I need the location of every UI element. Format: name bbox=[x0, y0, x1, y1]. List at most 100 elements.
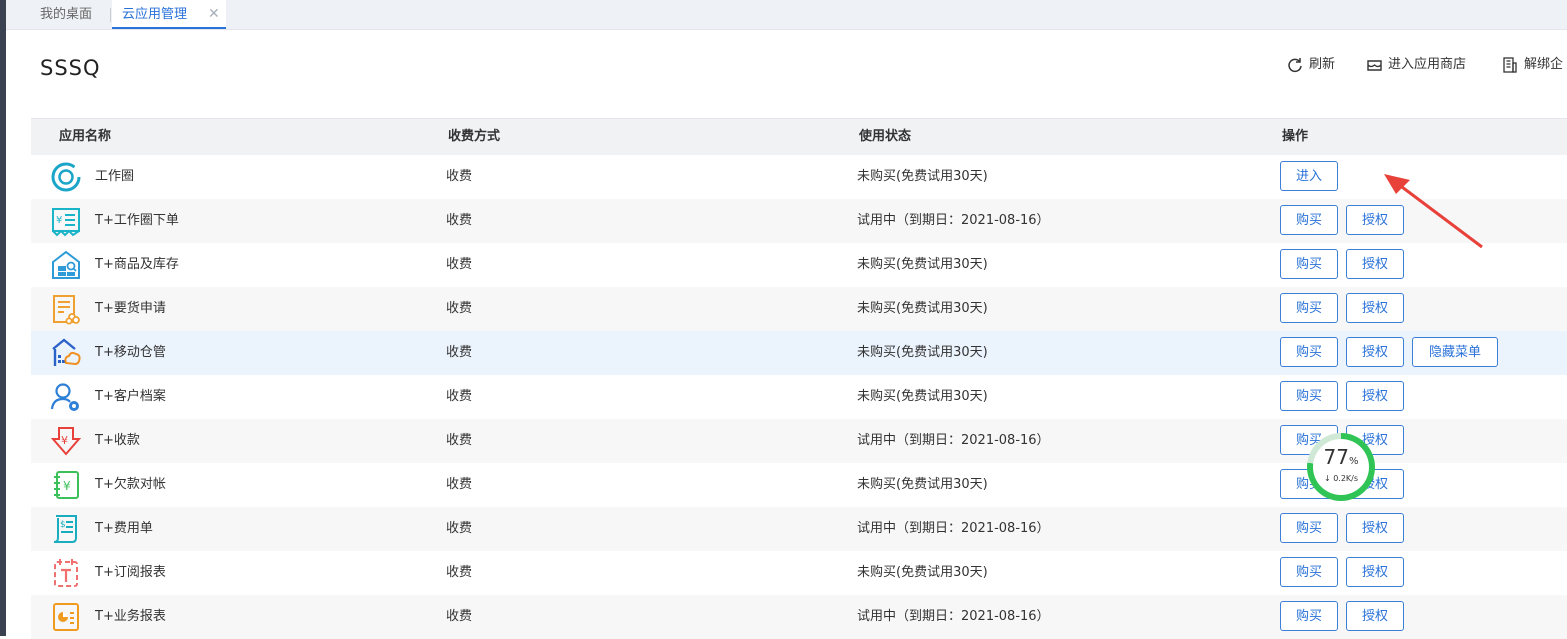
app-name: T+要货申请 bbox=[95, 301, 166, 316]
app-table: 应用名称 收费方式 使用状态 操作 工作圈 收费 未购买(免费试用30天) 进入… bbox=[31, 118, 1567, 639]
subscribe-report-icon bbox=[54, 559, 78, 587]
app-name: T+移动仓管 bbox=[95, 345, 166, 360]
authorize-button[interactable]: 授权 bbox=[1346, 337, 1404, 367]
speed-percent-value: 77 bbox=[1323, 445, 1349, 469]
speed-percent-sign: % bbox=[1348, 456, 1359, 467]
fee-type: 收费 bbox=[446, 301, 473, 316]
inventory-icon bbox=[52, 250, 80, 279]
fee-type: 收费 bbox=[446, 609, 473, 624]
authorize-button[interactable]: 授权 bbox=[1346, 601, 1404, 631]
table-row: T+业务报表 收费 试用中（到期日：2021-08-16） 购买 授权 bbox=[31, 595, 1567, 639]
usage-status: 未购买(免费试用30天) bbox=[857, 257, 988, 272]
request-icon bbox=[53, 295, 80, 325]
enter-app-store-button[interactable]: 进入应用商店 bbox=[1366, 56, 1486, 76]
store-label: 进入应用商店 bbox=[1388, 57, 1467, 72]
app-name: T+商品及库存 bbox=[95, 257, 179, 272]
building-icon bbox=[1503, 57, 1517, 73]
table-row: ¥ T+工作圈下单 收费 试用中（到期日：2021-08-16） 购买 授权 bbox=[31, 199, 1567, 243]
svg-text:¥: ¥ bbox=[61, 434, 68, 447]
usage-status: 未购买(免费试用30天) bbox=[857, 345, 988, 360]
buy-button[interactable]: 购买 bbox=[1280, 337, 1338, 367]
unbind-label: 解绑企 bbox=[1524, 57, 1564, 72]
debt-icon: ¥ bbox=[54, 471, 79, 499]
table-row: T+商品及库存 收费 未购买(免费试用30天) 购买 授权 bbox=[31, 243, 1567, 287]
tab-my-desktop[interactable]: 我的桌面 bbox=[40, 0, 92, 29]
usage-status: 未购买(免费试用30天) bbox=[857, 301, 988, 316]
page-title: SSSQ bbox=[40, 56, 101, 80]
usage-status: 未购买(免费试用30天) bbox=[857, 389, 988, 404]
usage-status: 未购买(免费试用30天) bbox=[857, 169, 988, 184]
authorize-button[interactable]: 授权 bbox=[1346, 557, 1404, 587]
col-operations: 操作 bbox=[1282, 129, 1309, 144]
fee-type: 收费 bbox=[446, 565, 473, 580]
warehouse-icon bbox=[52, 338, 81, 366]
close-icon[interactable]: ✕ bbox=[208, 0, 220, 29]
enter-button[interactable]: 进入 bbox=[1280, 161, 1338, 191]
left-edge-strip bbox=[0, 0, 6, 636]
fee-type: 收费 bbox=[446, 213, 473, 228]
table-row: 工作圈 收费 未购买(免费试用30天) 进入 bbox=[31, 155, 1567, 199]
col-app-name: 应用名称 bbox=[59, 129, 112, 144]
fee-type: 收费 bbox=[446, 521, 473, 536]
svg-text:¥: ¥ bbox=[56, 215, 62, 226]
authorize-button[interactable]: 授权 bbox=[1346, 381, 1404, 411]
fee-type: 收费 bbox=[446, 389, 473, 404]
store-icon bbox=[1367, 60, 1382, 71]
app-name: T+工作圈下单 bbox=[95, 213, 179, 228]
authorize-button[interactable]: 授权 bbox=[1346, 293, 1404, 323]
usage-status: 试用中（到期日：2021-08-16） bbox=[857, 433, 1050, 448]
receipt-icon: ¥ bbox=[50, 427, 82, 456]
tab-cloud-app-management[interactable]: 云应用管理 ✕ bbox=[112, 0, 226, 29]
authorize-button[interactable]: 授权 bbox=[1346, 513, 1404, 543]
app-name: 工作圈 bbox=[95, 169, 135, 184]
refresh-button[interactable]: 刷新 bbox=[1287, 56, 1347, 76]
hide-menu-button[interactable]: 隐藏菜单 bbox=[1412, 337, 1498, 367]
refresh-icon bbox=[1288, 58, 1302, 73]
expense-icon: $ bbox=[53, 515, 77, 543]
annotation-arrow-icon bbox=[1384, 174, 1483, 249]
speed-rate: ↓ 0.2K/s bbox=[1323, 474, 1359, 483]
table-row: T+订阅报表 收费 未购买(免费试用30天) 购买 授权 bbox=[31, 551, 1567, 595]
usage-status: 未购买(免费试用30天) bbox=[857, 477, 988, 492]
usage-status: 试用中（到期日：2021-08-16） bbox=[857, 213, 1050, 228]
customer-icon bbox=[50, 383, 79, 411]
buy-button[interactable]: 购买 bbox=[1280, 381, 1338, 411]
app-name: T+欠款对帐 bbox=[95, 477, 166, 492]
usage-status: 未购买(免费试用30天) bbox=[857, 565, 988, 580]
app-name: T+费用单 bbox=[95, 521, 153, 536]
network-speed-widget[interactable]: 77% ↓ 0.2K/s bbox=[1307, 433, 1375, 501]
authorize-button[interactable]: 授权 bbox=[1346, 249, 1404, 279]
fee-type: 收费 bbox=[446, 433, 473, 448]
order-icon: ¥ bbox=[52, 208, 80, 237]
fee-type: 收费 bbox=[446, 477, 473, 492]
svg-text:¥: ¥ bbox=[63, 479, 71, 493]
col-fee-type: 收费方式 bbox=[448, 129, 501, 144]
usage-status: 试用中（到期日：2021-08-16） bbox=[857, 521, 1050, 536]
table-row: T+移动仓管 收费 未购买(免费试用30天) 购买 授权 隐藏菜单 bbox=[31, 331, 1567, 375]
tab-divider bbox=[110, 8, 111, 22]
table-row: T+要货申请 收费 未购买(免费试用30天) 购买 授权 bbox=[31, 287, 1567, 331]
buy-button[interactable]: 购买 bbox=[1280, 205, 1338, 235]
table-header: 应用名称 收费方式 使用状态 操作 bbox=[31, 118, 1567, 155]
buy-button[interactable]: 购买 bbox=[1280, 249, 1338, 279]
app-name: T+订阅报表 bbox=[95, 565, 166, 580]
buy-button[interactable]: 购买 bbox=[1280, 293, 1338, 323]
buy-button[interactable]: 购买 bbox=[1280, 557, 1338, 587]
table-row: T+客户档案 收费 未购买(免费试用30天) 购买 授权 bbox=[31, 375, 1567, 419]
table-row: $ T+费用单 收费 试用中（到期日：2021-08-16） 购买 授权 bbox=[31, 507, 1567, 551]
buy-button[interactable]: 购买 bbox=[1280, 601, 1338, 631]
col-usage-status: 使用状态 bbox=[859, 129, 912, 144]
app-name: T+客户档案 bbox=[95, 389, 166, 404]
unbind-enterprise-button[interactable]: 解绑企 bbox=[1502, 56, 1567, 76]
buy-button[interactable]: 购买 bbox=[1280, 513, 1338, 543]
app-name: T+收款 bbox=[95, 433, 140, 448]
fee-type: 收费 bbox=[446, 257, 473, 272]
speed-percent: 77% bbox=[1307, 445, 1375, 469]
refresh-label: 刷新 bbox=[1309, 57, 1336, 72]
tab-label: 云应用管理 bbox=[122, 7, 188, 22]
tab-bar: 我的桌面 云应用管理 ✕ bbox=[6, 0, 1567, 30]
app-name: T+业务报表 bbox=[95, 609, 166, 624]
fee-type: 收费 bbox=[446, 169, 473, 184]
business-report-icon bbox=[53, 603, 79, 631]
svg-text:$: $ bbox=[60, 520, 66, 530]
